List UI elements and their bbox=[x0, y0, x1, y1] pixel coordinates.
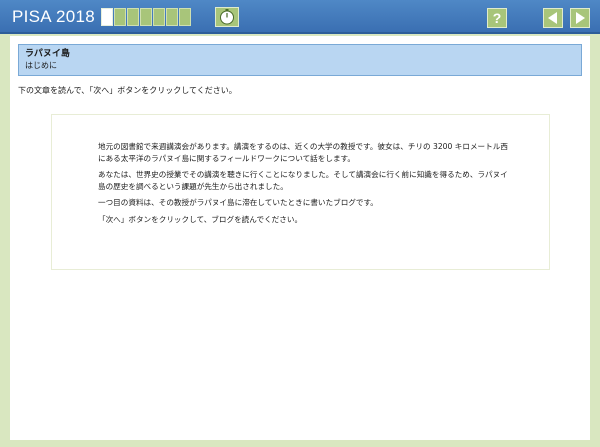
passage-paragraph: あなたは、世界史の授業でその講演を聴きに行くことになりました。そして講演会に行く… bbox=[98, 170, 508, 191]
previous-button[interactable] bbox=[543, 8, 563, 28]
timer-button[interactable] bbox=[215, 7, 239, 27]
arrow-right-icon bbox=[576, 12, 585, 24]
section-title: ラパヌイ島 bbox=[25, 49, 70, 59]
help-icon: ? bbox=[492, 10, 502, 26]
app-frame: PISA 2018 ? ラパヌイ島 はじめに 下の文章を読んで、「次へ」ボタンを… bbox=[0, 0, 600, 447]
progress-segment bbox=[127, 8, 139, 26]
passage-paragraph: 「次へ」ボタンをクリックして、ブログを読んでください。 bbox=[98, 214, 303, 224]
arrow-left-icon bbox=[548, 12, 557, 24]
progress-segment bbox=[153, 8, 165, 26]
section-subtitle: はじめに bbox=[25, 61, 57, 70]
passage-box: 地元の図書館で来週講演会があります。講演をするのは、近くの大学の教授です。彼女は… bbox=[51, 114, 550, 270]
progress-segment bbox=[179, 8, 191, 26]
top-bar: PISA 2018 ? bbox=[0, 0, 600, 34]
next-button[interactable] bbox=[570, 8, 590, 28]
instruction-text: 下の文章を読んで、「次へ」ボタンをクリックしてください。 bbox=[18, 86, 237, 95]
timer-icon bbox=[220, 9, 234, 25]
progress-segment bbox=[166, 8, 178, 26]
passage-paragraph: 地元の図書館で来週講演会があります。講演をするのは、近くの大学の教授です。彼女は… bbox=[98, 142, 508, 163]
progress-segment bbox=[140, 8, 152, 26]
content-area: ラパヌイ島 はじめに 下の文章を読んで、「次へ」ボタンをクリックしてください。 … bbox=[10, 36, 590, 440]
help-button[interactable]: ? bbox=[487, 8, 507, 28]
passage-paragraph: 一つ目の資料は、その教授がラパヌイ島に滞在していたときに書いたブログです。 bbox=[98, 198, 378, 207]
progress-segment bbox=[101, 8, 113, 26]
section-header: ラパヌイ島 はじめに bbox=[18, 44, 582, 76]
progress-segment bbox=[114, 8, 126, 26]
app-title: PISA 2018 bbox=[12, 7, 96, 26]
progress-indicator bbox=[101, 8, 191, 26]
